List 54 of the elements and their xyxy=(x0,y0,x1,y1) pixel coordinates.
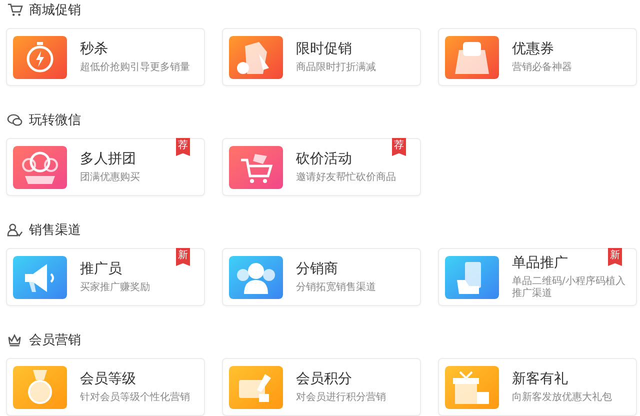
medal-icon xyxy=(13,366,67,408)
card-description: 商品限时打折满减 xyxy=(296,62,376,74)
section-title: 销售渠道 xyxy=(29,222,81,239)
gift-icon xyxy=(445,366,499,408)
card-title: 砍价活动 xyxy=(296,150,352,168)
card-description: 单品二维码/小程序码植入推广渠道 xyxy=(512,276,626,300)
card-description: 针对会员等级个性化营销 xyxy=(80,392,190,404)
feature-card[interactable]: 限时促销 商品限时打折满减 xyxy=(222,28,421,86)
card-description: 营销必备神器 xyxy=(512,62,572,74)
person-icon xyxy=(7,222,23,238)
ribbon-badge: 新 xyxy=(176,248,190,266)
ribbon-badge: 新 xyxy=(608,248,622,266)
ribbon-badge: 荐 xyxy=(176,138,190,156)
feature-card[interactable]: 会员积分 对会员进行积分营销 xyxy=(222,358,421,416)
card-title: 限时促销 xyxy=(296,40,352,58)
feature-card[interactable]: 单品推广 新 单品二维码/小程序码植入推广渠道 xyxy=(438,248,637,306)
card-description: 分销拓宽销售渠道 xyxy=(296,282,376,294)
feature-card[interactable]: 会员等级 针对会员等级个性化营销 xyxy=(6,358,205,416)
card-title: 分销商 xyxy=(296,260,338,278)
card-description: 向新客发放优惠大礼包 xyxy=(512,392,612,404)
section-title: 玩转微信 xyxy=(29,112,81,129)
card-title: 秒杀 xyxy=(80,40,108,58)
card-description: 对会员进行积分营销 xyxy=(296,392,386,404)
feature-card[interactable]: 多人拼团 荐 团满优惠购买 xyxy=(6,138,205,196)
ribbon-badge: 荐 xyxy=(392,138,406,156)
card-title: 会员等级 xyxy=(80,370,136,388)
group-icon xyxy=(13,146,67,188)
card-description: 团满优惠购买 xyxy=(80,172,140,184)
card-title: 会员积分 xyxy=(296,370,352,388)
card-title: 新客有礼 xyxy=(512,370,568,388)
feature-card[interactable]: 分销商 分销拓宽销售渠道 xyxy=(222,248,421,306)
feature-card[interactable]: 推广员 新 买家推广赚奖励 xyxy=(6,248,205,306)
stopwatch-icon xyxy=(13,36,67,78)
card-description: 买家推广赚奖励 xyxy=(80,282,150,294)
card-title: 推广员 xyxy=(80,260,122,278)
cart-icon xyxy=(229,146,283,188)
feature-card[interactable]: 优惠券 营销必备神器 xyxy=(438,28,637,86)
section-title: 会员营销 xyxy=(29,332,81,349)
vip-card-icon xyxy=(229,366,283,408)
feature-card[interactable]: 新客有礼 向新客发放优惠大礼包 xyxy=(438,358,637,416)
card-title: 优惠券 xyxy=(512,40,554,58)
bag-icon xyxy=(445,36,499,78)
feature-card[interactable]: 砍价活动 荐 邀请好友帮忙砍价商品 xyxy=(222,138,421,196)
card-title: 单品推广 xyxy=(512,254,568,272)
card-title: 多人拼团 xyxy=(80,150,136,168)
megaphone-icon xyxy=(13,256,67,298)
section-title: 商城促销 xyxy=(29,2,81,19)
cart-icon xyxy=(7,2,23,18)
card-description: 邀请好友帮忙砍价商品 xyxy=(296,172,396,184)
feature-card[interactable]: 秒杀 超低价抢购引导更多销量 xyxy=(6,28,205,86)
people-icon xyxy=(229,256,283,298)
card-description: 超低价抢购引导更多销量 xyxy=(80,62,190,74)
crown-icon xyxy=(7,332,23,348)
chat-icon xyxy=(7,112,23,128)
